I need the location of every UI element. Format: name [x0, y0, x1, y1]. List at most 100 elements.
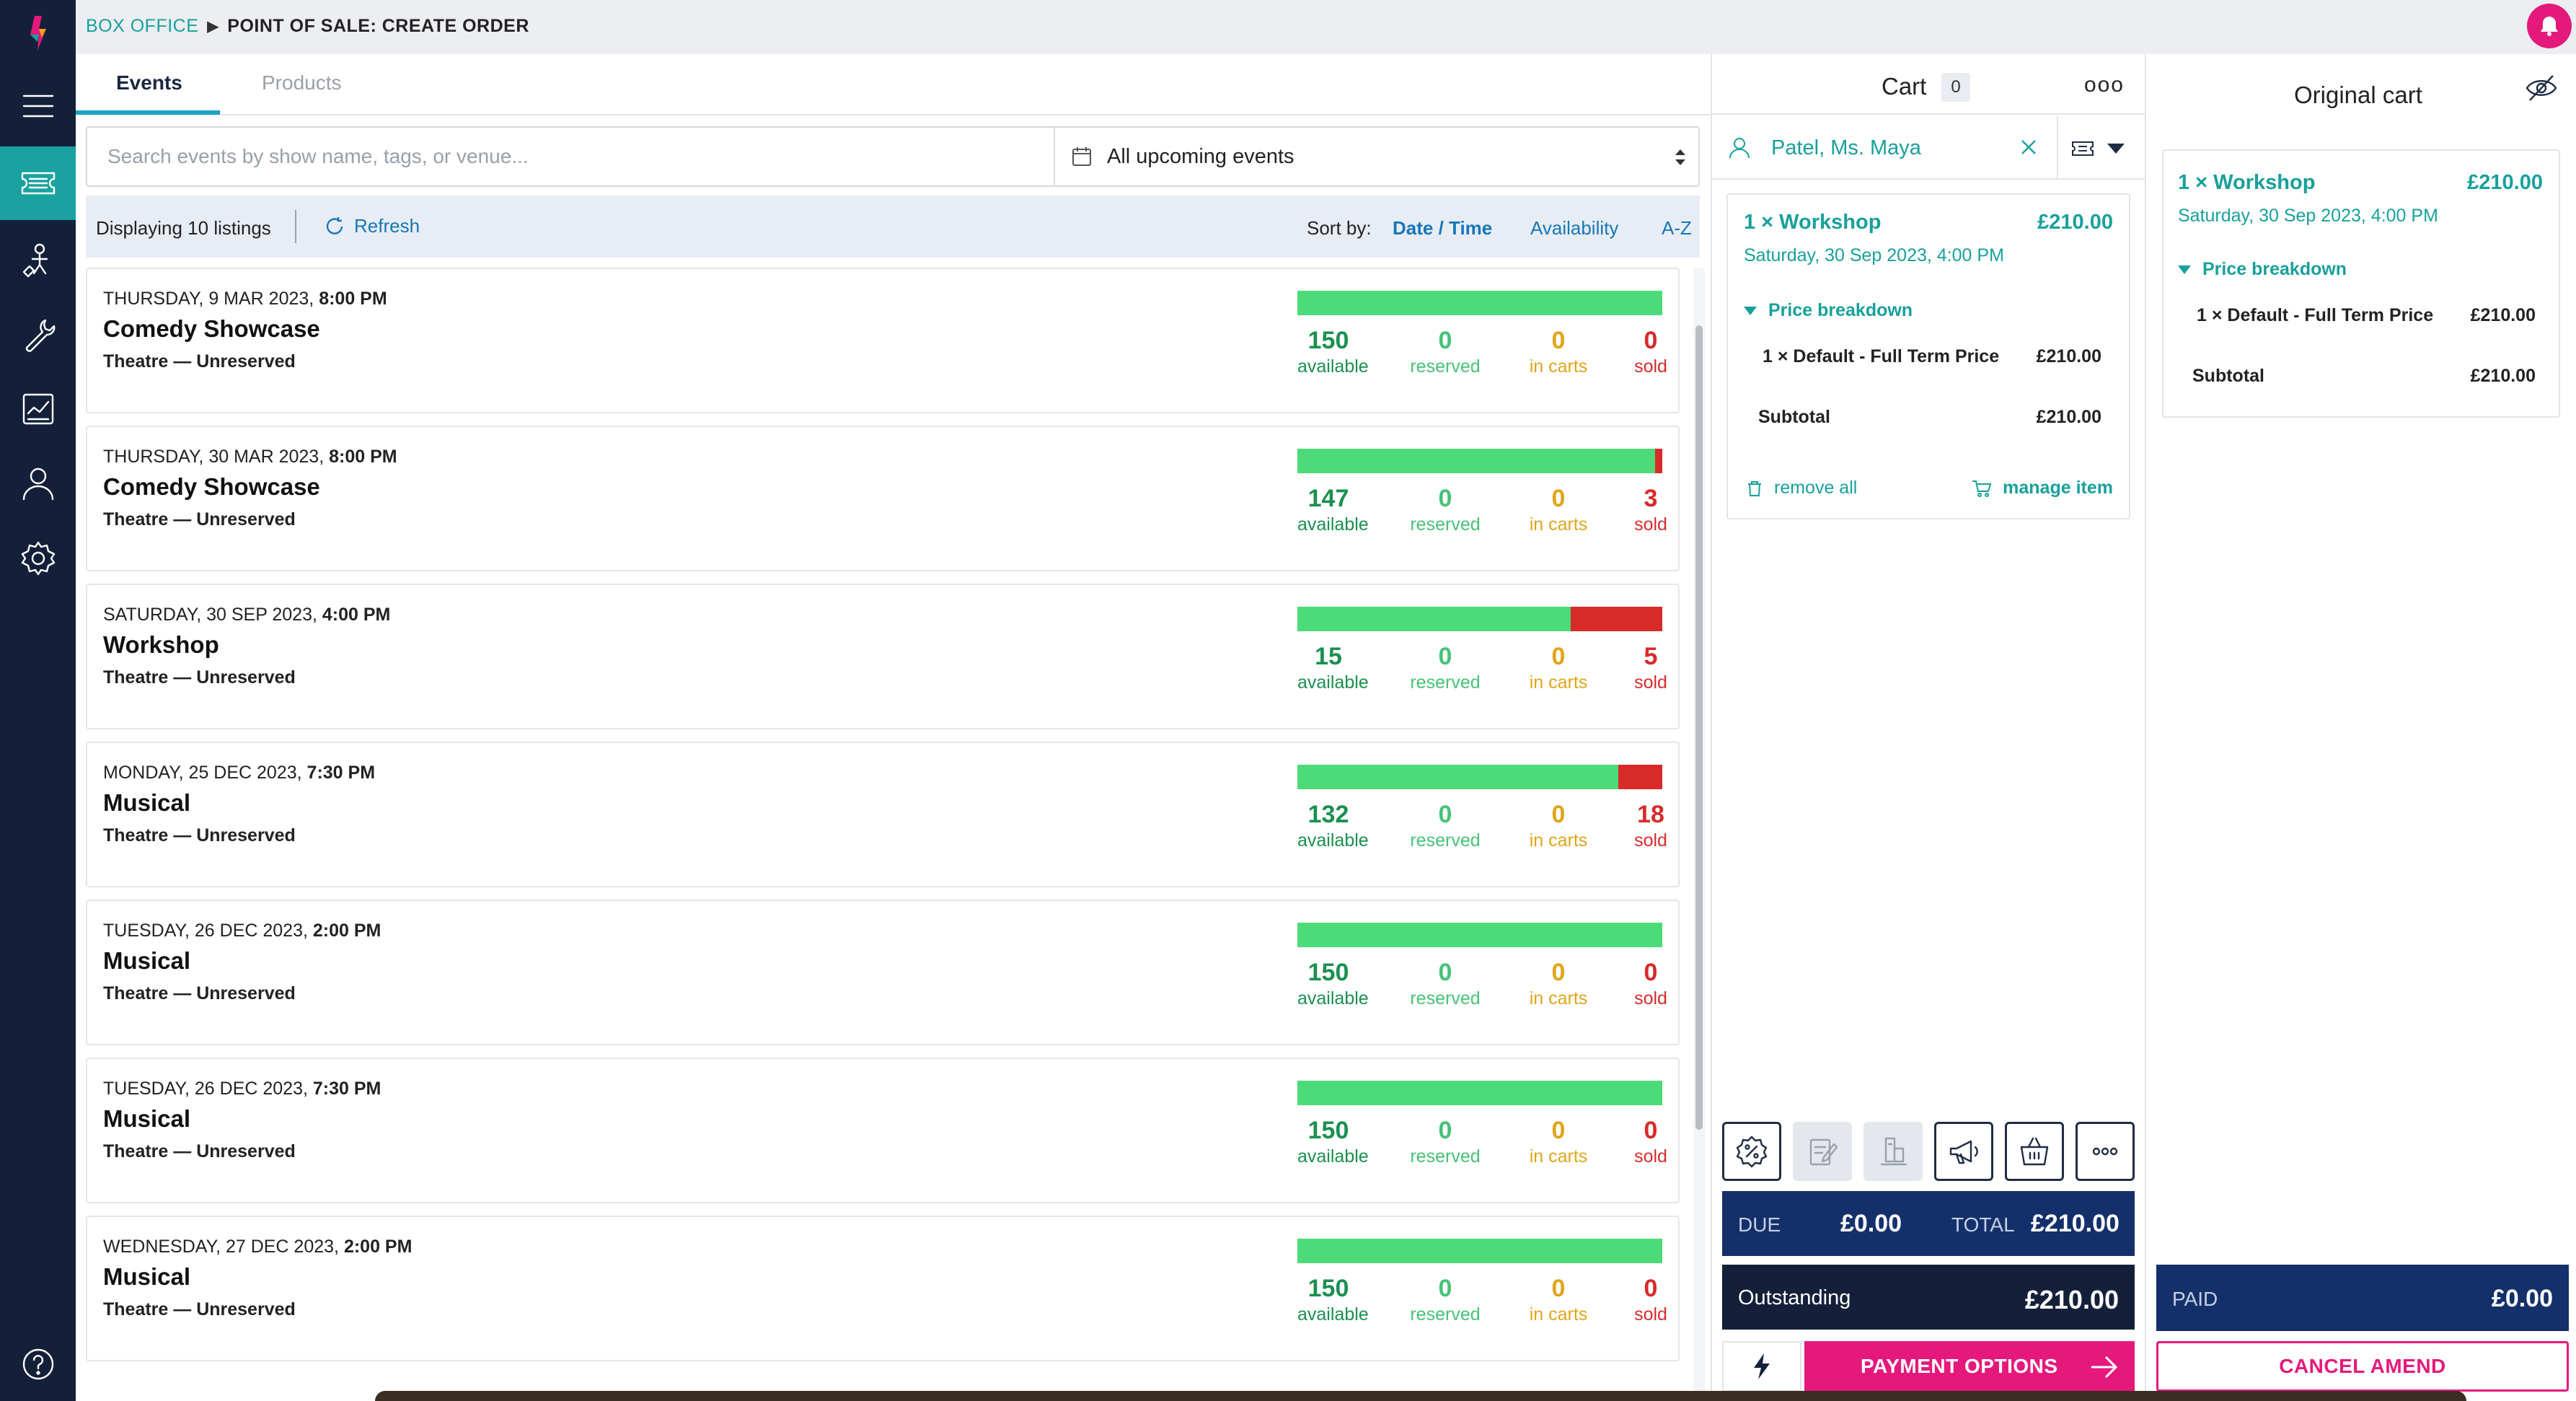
listing-toolbar: Displaying 10 listings Refresh Sort by: … — [86, 196, 1700, 258]
outstanding-value: £210.00 — [2024, 1285, 2119, 1314]
due-value: £0.00 — [1840, 1210, 1902, 1237]
reports-icon[interactable] — [0, 372, 76, 446]
menu-icon[interactable] — [0, 69, 76, 143]
arrow-right-icon — [2091, 1356, 2118, 1379]
stat-value: 147 — [1307, 485, 1349, 512]
sort-date-time[interactable]: Date / Time — [1393, 217, 1492, 240]
stat-value: 150 — [1307, 1275, 1349, 1302]
date-filter-select[interactable]: All upcoming events — [1054, 128, 1700, 185]
stat-sold: 3 sold — [1622, 485, 1680, 535]
stat-sold: 5 sold — [1622, 643, 1680, 693]
event-name: Comedy Showcase — [103, 315, 320, 342]
stat-label: sold — [1634, 988, 1667, 1009]
customers-icon[interactable] — [0, 447, 76, 520]
stat-label: reserved — [1410, 1146, 1481, 1167]
paid-value: £0.00 — [2491, 1285, 2553, 1312]
hide-eye-slash-icon[interactable] — [2524, 73, 2559, 103]
help-icon[interactable] — [0, 1327, 76, 1401]
cart-icon — [1972, 480, 1992, 497]
stat-label: sold — [1634, 1146, 1667, 1167]
cart-count-badge: 0 — [1941, 73, 1970, 102]
discount-icon[interactable] — [1722, 1122, 1781, 1181]
quick-pay-lightning-button[interactable] — [1722, 1341, 1801, 1392]
tab-events[interactable]: Events — [116, 71, 182, 95]
event-venue: Theatre — Unreserved — [103, 983, 296, 1003]
tab-bar: Events Products — [76, 54, 1711, 115]
event-card[interactable]: THURSDAY, 9 MAR 2023, 8:00 PM Comedy Show… — [86, 268, 1680, 413]
more-options-icon[interactable] — [2076, 1122, 2135, 1181]
basket-icon[interactable] — [2005, 1122, 2064, 1181]
cart-item-title[interactable]: 1 × Workshop — [1744, 211, 1881, 234]
refresh-button[interactable]: Refresh — [324, 215, 420, 237]
cart-more-options-icon[interactable]: ooo — [2084, 73, 2125, 97]
announcement-megaphone-icon[interactable] — [1934, 1122, 1993, 1181]
settings-gear-icon[interactable] — [0, 522, 76, 595]
event-card[interactable]: TUESDAY, 26 DEC 2023, 2:00 PM Musical Thea… — [86, 900, 1680, 1045]
event-card[interactable]: WEDNESDAY, 27 DEC 2023, 2:00 PM Musical Th… — [86, 1216, 1680, 1361]
event-card[interactable]: TUESDAY, 26 DEC 2023, 7:30 PM Musical Thea… — [86, 1058, 1680, 1203]
chevron-down-icon[interactable] — [2107, 144, 2125, 154]
box-office-ticket-icon[interactable] — [0, 146, 76, 220]
stat-value: 0 — [1438, 327, 1452, 354]
stat-value: 15 — [1315, 643, 1342, 670]
stat-value: 0 — [1551, 1117, 1566, 1144]
stat-reserved: 0 reserved — [1406, 485, 1485, 535]
stat-available: 132 available — [1297, 801, 1369, 851]
select-updown-icon — [1675, 149, 1685, 165]
scrollbar-thumb[interactable] — [1695, 325, 1703, 1130]
original-subtotal-value: £210.00 — [2470, 366, 2536, 386]
event-venue: Theatre — Unreserved — [103, 509, 296, 530]
event-venue: Theatre — Unreserved — [103, 351, 296, 372]
due-label: DUE — [1738, 1213, 1781, 1236]
stat-value: 0 — [1551, 959, 1566, 986]
stat-label: reserved — [1410, 356, 1481, 377]
payment-options-button[interactable]: PAYMENT OPTIONS — [1804, 1341, 2135, 1392]
remove-all-button[interactable]: remove all — [1745, 478, 1857, 499]
cart-item-price: £210.00 — [2037, 211, 2113, 234]
event-card[interactable]: MONDAY, 25 DEC 2023, 7:30 PM Musical Theat… — [86, 742, 1680, 887]
stat-in-carts: 0 in carts — [1519, 485, 1598, 535]
tools-icon[interactable] — [0, 298, 76, 372]
event-name: Workshop — [103, 631, 219, 658]
stat-value: 3 — [1644, 485, 1658, 512]
stat-value: 0 — [1438, 643, 1452, 670]
sort-availability[interactable]: Availability — [1530, 217, 1618, 240]
original-price-breakdown-toggle[interactable]: Price breakdown — [2178, 259, 2347, 280]
stat-sold: 0 sold — [1622, 959, 1680, 1009]
paid-label: PAID — [2172, 1288, 2218, 1310]
stat-value: 0 — [1438, 801, 1452, 828]
stat-in-carts: 0 in carts — [1519, 959, 1598, 1009]
stat-reserved: 0 reserved — [1406, 801, 1485, 851]
price-breakdown-toggle[interactable]: Price breakdown — [1744, 300, 1913, 321]
customer-name[interactable]: Patel, Ms. Maya — [1771, 136, 1921, 160]
clear-customer-close-icon[interactable] — [2016, 135, 2041, 159]
stat-label: available — [1297, 1304, 1369, 1325]
event-list-scrollbar[interactable] — [1693, 268, 1705, 1401]
original-item-price: £210.00 — [2467, 171, 2543, 194]
cart-tools — [1722, 1122, 2135, 1181]
manage-item-button[interactable]: manage item — [1971, 478, 2113, 499]
breadcrumb-separator-icon: ▶ — [207, 19, 219, 35]
outstanding-bar: Outstanding £210.00 — [1722, 1265, 2135, 1330]
ticket-delivery-icon[interactable] — [2071, 139, 2094, 158]
stat-label: available — [1297, 356, 1369, 377]
event-date: TUESDAY, 26 DEC 2023, 7:30 PM — [103, 1079, 381, 1099]
events-panel: Events Products All upcoming events Disp… — [76, 54, 1711, 1401]
active-tab-indicator — [76, 110, 220, 115]
refresh-label: Refresh — [354, 215, 420, 237]
divider — [2057, 116, 2058, 178]
app-logo[interactable] — [22, 13, 55, 53]
sort-a-z[interactable]: A-Z — [1662, 217, 1692, 240]
cart-title: Cart — [1882, 73, 1927, 100]
listing-count: Displaying 10 listings — [96, 217, 271, 239]
event-card[interactable]: SATURDAY, 30 SEP 2023, 4:00 PM Workshop Th… — [86, 584, 1680, 729]
notifications-bell-icon[interactable] — [2527, 4, 2572, 48]
total-value: £210.00 — [2031, 1210, 2120, 1237]
cart-item-date: Saturday, 30 Sep 2023, 4:00 PM — [1744, 245, 2004, 265]
performer-icon[interactable] — [0, 224, 76, 297]
search-input[interactable] — [87, 128, 1054, 185]
event-card[interactable]: THURSDAY, 30 MAR 2023, 8:00 PM Comedy Sho… — [86, 426, 1680, 571]
cancel-amend-button[interactable]: CANCEL AMEND — [2156, 1341, 2569, 1392]
tab-products[interactable]: Products — [262, 71, 342, 95]
breadcrumb-box-office[interactable]: BOX OFFICE — [86, 16, 198, 37]
